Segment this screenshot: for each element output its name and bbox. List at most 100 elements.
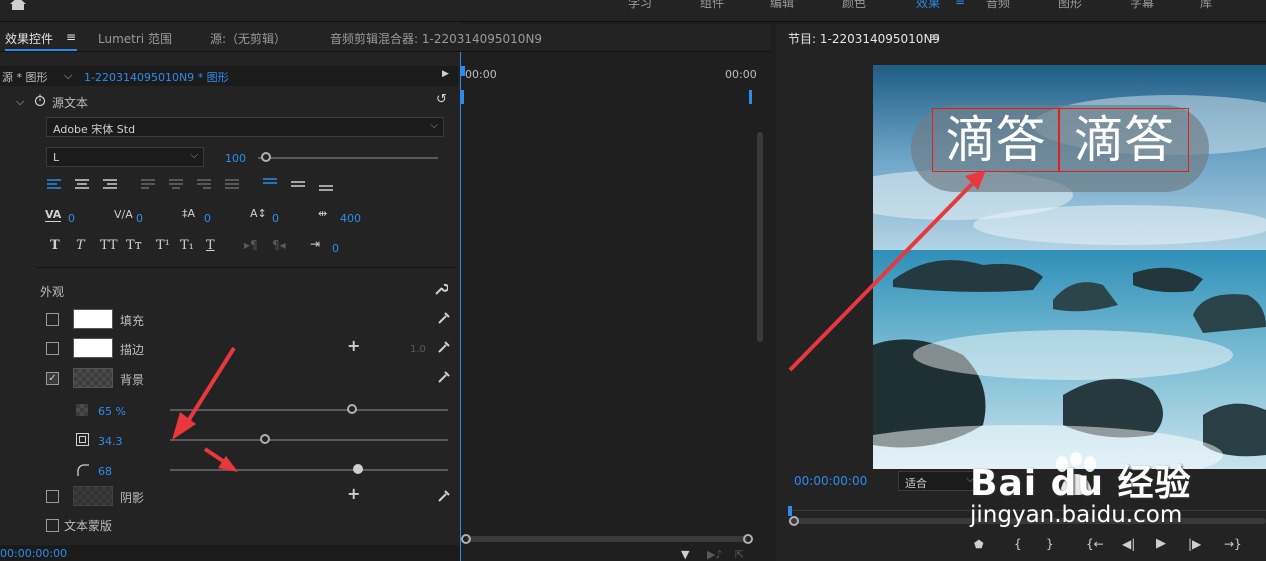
tab-width-value[interactable]: 0	[332, 242, 339, 255]
fit-dropdown[interactable]: 适合 ⌵	[898, 471, 980, 491]
corner-slider-track[interactable]	[170, 469, 448, 471]
export-icon[interactable]: ⇱	[735, 548, 744, 561]
add-shadow-icon[interactable]: +	[347, 484, 360, 503]
corner-radius-value[interactable]: 68	[98, 465, 112, 478]
mark-in-icon[interactable]: {	[1014, 537, 1022, 551]
play-triangle-icon[interactable]: ▶	[442, 69, 449, 79]
stroke-checkbox[interactable]	[46, 342, 59, 355]
chevron-down-icon[interactable]: ⌵	[64, 69, 72, 83]
timeline-horizontal-scrollbar[interactable]	[467, 536, 747, 542]
stopwatch-icon[interactable]	[34, 94, 46, 109]
program-timecode[interactable]: 00:00:00:00	[794, 474, 867, 488]
stroke-width-value[interactable]: 1.0	[410, 344, 426, 355]
in-point-marker[interactable]	[461, 90, 464, 104]
overlay-text-box-1[interactable]: 滴答	[932, 108, 1059, 172]
align-bottom-icon[interactable]	[318, 178, 334, 195]
background-color-swatch[interactable]	[73, 368, 113, 388]
eyedropper-icon[interactable]	[437, 489, 451, 506]
tracking-value[interactable]: 0	[136, 212, 143, 225]
overlay-text-box-2[interactable]: 滴答	[1059, 108, 1189, 172]
zoom-handle[interactable]	[789, 516, 799, 526]
scroll-handle-left[interactable]	[461, 534, 471, 544]
underline-icon[interactable]: T	[206, 238, 215, 253]
opacity-slider-track[interactable]	[170, 409, 448, 411]
tab-effect-controls[interactable]: 效果控件	[5, 30, 53, 47]
workspace-tab-effects[interactable]: 效果	[916, 0, 940, 11]
leading-value[interactable]: 0	[204, 212, 211, 225]
background-size-value[interactable]: 34.3	[98, 435, 123, 448]
step-forward-icon[interactable]: |▶	[1188, 537, 1201, 551]
tsume-value[interactable]: 400	[340, 212, 361, 225]
workspace-tab-editing[interactable]: 编辑	[770, 0, 794, 11]
go-to-in-icon[interactable]: {←	[1086, 537, 1104, 551]
opacity-slider-knob[interactable]	[347, 404, 357, 414]
align-right-icon[interactable]	[102, 178, 118, 193]
monitor-playhead[interactable]	[788, 506, 792, 516]
program-monitor-title[interactable]: 节目: 1-220314095010N9	[788, 30, 940, 47]
wrench-icon[interactable]	[434, 282, 449, 299]
size-slider-knob[interactable]	[260, 434, 270, 444]
tab-menu-icon[interactable]: ≡	[66, 30, 76, 44]
justify-center-icon[interactable]	[168, 178, 184, 193]
font-style-dropdown[interactable]: L ⌵	[46, 147, 204, 167]
eyedropper-icon[interactable]	[437, 370, 451, 387]
eyedropper-icon[interactable]	[437, 340, 451, 357]
align-center-icon[interactable]	[74, 178, 90, 193]
tab-source[interactable]: 源:（无剪辑）	[210, 30, 286, 47]
mark-out-icon[interactable]: }	[1046, 537, 1054, 551]
out-point-marker[interactable]	[749, 90, 752, 104]
rtl-direction-icon[interactable]: ¶◂	[272, 238, 286, 252]
ltr-direction-icon[interactable]: ▸¶	[244, 238, 258, 252]
source-clip-label[interactable]: 源 * 图形	[2, 69, 48, 85]
font-size-slider-knob[interactable]	[261, 152, 271, 162]
workspace-tab-libraries[interactable]: 库	[1200, 0, 1212, 11]
subscript-icon[interactable]: T₁	[180, 238, 194, 253]
reset-icon[interactable]: ↺	[436, 92, 447, 107]
all-caps-icon[interactable]: TT	[100, 238, 118, 253]
workspace-tab-graphics[interactable]: 图形	[1058, 0, 1082, 11]
workspace-tab-audio[interactable]: 音频	[986, 0, 1010, 11]
workspace-tab-assembly[interactable]: 组件	[700, 0, 724, 11]
shadow-color-swatch[interactable]	[73, 486, 113, 506]
filter-icon[interactable]: ▼	[681, 548, 689, 561]
faux-italic-icon[interactable]: T	[76, 238, 85, 253]
shadow-checkbox[interactable]	[46, 490, 59, 503]
monitor-menu-icon[interactable]: ≡	[930, 30, 940, 44]
fill-checkbox[interactable]	[46, 313, 59, 326]
effect-controls-timecode[interactable]: 00:00:00:00	[0, 547, 67, 560]
play-audio-icon[interactable]: ▶♪	[707, 548, 722, 561]
workspace-tab-color[interactable]: 颜色	[842, 0, 866, 11]
scroll-handle-right[interactable]	[743, 534, 753, 544]
text-mask-checkbox[interactable]	[46, 519, 59, 532]
align-left-icon[interactable]	[46, 178, 62, 193]
tab-lumetri-scopes[interactable]: Lumetri 范围	[98, 30, 172, 47]
home-icon[interactable]	[8, 0, 28, 10]
play-icon[interactable]: ▶	[1156, 536, 1166, 551]
font-size-slider-track[interactable]	[258, 157, 438, 159]
add-marker-icon[interactable]: ⬟	[974, 538, 984, 551]
font-size-value[interactable]: 100	[225, 152, 246, 165]
corner-slider-knob[interactable]	[353, 464, 363, 474]
align-top-icon[interactable]	[262, 178, 278, 193]
go-to-out-icon[interactable]: →}	[1224, 537, 1242, 551]
baseline-value[interactable]: 0	[272, 212, 279, 225]
stroke-color-swatch[interactable]	[73, 338, 113, 358]
sequence-clip-label[interactable]: 1-220314095010N9 * 图形	[84, 69, 229, 85]
fill-color-swatch[interactable]	[73, 309, 113, 329]
program-video-frame[interactable]: 滴答 滴答	[873, 65, 1266, 469]
background-opacity-value[interactable]: 65 %	[98, 405, 126, 418]
collapse-chevron-icon[interactable]: ⌵	[16, 95, 24, 109]
justify-left-icon[interactable]	[140, 178, 156, 193]
effect-timeline[interactable]: 00:00 00:00 ▼ ▶♪ ⇱	[460, 52, 770, 561]
add-stroke-icon[interactable]: +	[347, 336, 360, 355]
font-family-dropdown[interactable]: Adobe 宋体 Std ⌵	[46, 117, 444, 137]
align-middle-icon[interactable]	[290, 178, 306, 193]
justify-right-icon[interactable]	[196, 178, 212, 193]
small-caps-icon[interactable]: Tт	[126, 238, 142, 253]
workspace-menu-icon[interactable]: ≡	[955, 0, 965, 8]
kerning-value[interactable]: 0	[68, 212, 75, 225]
tab-audio-clip-mixer[interactable]: 音频剪辑混合器: 1-220314095010N9	[330, 30, 542, 47]
playhead-marker[interactable]	[461, 66, 465, 76]
workspace-tab-learn[interactable]: 学习	[628, 0, 652, 11]
size-slider-track[interactable]	[170, 439, 448, 441]
